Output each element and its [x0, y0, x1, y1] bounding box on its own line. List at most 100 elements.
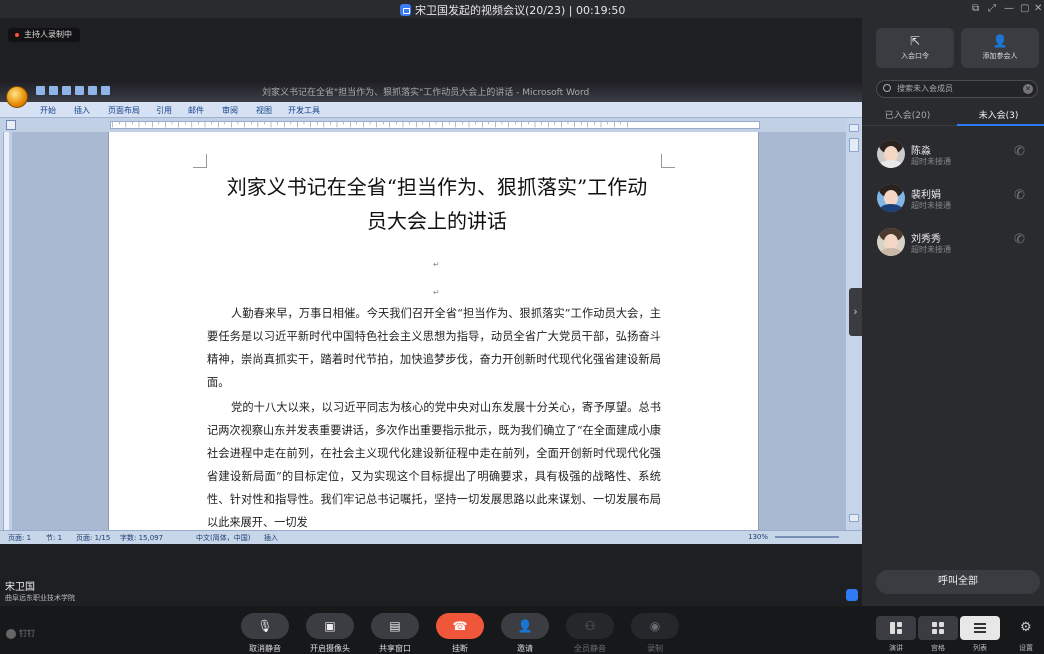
word-status-bar: 页面: 1 节: 1 页面: 1/15 字数: 15,097 中文(简体，中国)…	[0, 530, 862, 544]
hangup-button[interactable]: ☎	[436, 613, 484, 639]
list-view-button[interactable]	[960, 616, 1000, 640]
office-button-icon	[6, 86, 28, 108]
member-name: 刘秀秀	[911, 234, 941, 245]
hangup-icon: ☎	[452, 619, 468, 633]
record-button[interactable]: ◉	[631, 613, 679, 639]
quick-access-toolbar	[36, 86, 110, 95]
page-corner-mark	[661, 154, 675, 168]
avatar	[877, 184, 905, 212]
member-tabs: 已入会(20) 未入会(3)	[862, 104, 1044, 126]
scroll-down-icon	[849, 514, 859, 522]
ribbon-tab: 页面布局	[108, 106, 140, 115]
meeting-window: 宋卫国发起的视频会议(20/23) | 00:19:50 ⧉ ⤢ — ▢ ✕ 主…	[0, 0, 1044, 654]
unmute-button[interactable]: 🎙	[241, 613, 289, 639]
meeting-title: 宋卫国发起的视频会议(20/23) | 00:19:50	[400, 2, 625, 18]
heading-line: 刘家义书记在全省“担当作为、狠抓落实”工作动	[226, 175, 648, 199]
phone-icon[interactable]: ✆	[1014, 188, 1025, 203]
undo-icon	[49, 86, 58, 95]
scroll-up-icon	[849, 124, 859, 132]
add-participant-button[interactable]: 👤 添加参会人	[961, 28, 1039, 68]
grid-view-button[interactable]	[918, 616, 958, 640]
member-search-input[interactable]: 搜索未入会成员 ✕	[876, 80, 1038, 98]
status-zoom: 130%	[748, 533, 769, 541]
new-doc-icon	[75, 86, 84, 95]
invite-label: 邀请	[517, 644, 533, 653]
tab-joined[interactable]: 已入会(20)	[862, 108, 953, 121]
ribbon-tabs: 开始 插入 页面布局 引用 邮件 审阅 视图 开发工具	[0, 102, 862, 118]
open-icon	[101, 86, 110, 95]
ribbon-tab: 开发工具	[288, 106, 320, 115]
add-participant-label: 添加参会人	[982, 52, 1018, 60]
logo-text: 钉钉	[19, 629, 35, 638]
shared-screen: 刘家义书记在全省"担当作为、狠抓落实"工作动员大会上的讲话 - Microsof…	[0, 80, 862, 544]
save-icon	[36, 86, 45, 95]
clear-icon[interactable]: ✕	[1023, 84, 1033, 94]
invite-button[interactable]: 👤	[501, 613, 549, 639]
avatar	[877, 140, 905, 168]
share-window-button[interactable]: ▤	[371, 613, 419, 639]
camera-button[interactable]: ▣	[306, 613, 354, 639]
dingtalk-icon	[6, 628, 16, 639]
mute-all-icon: ⚇	[584, 619, 596, 633]
paragraph-mark-icon: ↵	[433, 260, 440, 269]
tab-not-joined[interactable]: 未入会(3)	[953, 108, 1044, 121]
speaker-view-icon	[890, 622, 902, 634]
gear-icon[interactable]: ⚙	[1020, 620, 1032, 635]
horizontal-ruler: │ ╵ │ ╵ │ ╵ │ ╵ │ ╵ │ ╵ │ ╵ │ ╵ │ ╵ │ ╵ …	[0, 118, 862, 132]
view-switcher: 演讲 宫格 列表 ⚙ 设置	[862, 606, 1044, 654]
host-organization: 曲阜远东职业技术学院	[5, 594, 75, 602]
call-all-button[interactable]: 呼叫全部	[876, 570, 1040, 594]
search-placeholder: 搜索未入会成员	[897, 84, 953, 93]
status-word-count: 字数: 15,097	[120, 534, 164, 542]
tab-selector-icon	[6, 120, 16, 130]
phone-icon[interactable]: ✆	[1014, 144, 1025, 159]
phone-icon[interactable]: ✆	[1014, 232, 1025, 247]
member-status: 超时未接通	[911, 201, 951, 210]
status-page-count: 页面: 1/15	[76, 534, 111, 542]
recording-badge: 主持人录制中	[8, 28, 80, 42]
list-item[interactable]: 刘秀秀 超时未接通 ✆	[862, 224, 1044, 268]
redo-icon	[62, 86, 71, 95]
speaker-view-button[interactable]	[876, 616, 916, 640]
paragraph-mark-icon: ↵	[433, 288, 440, 297]
collapse-panel-button[interactable]: ›	[849, 288, 862, 336]
popout-icon[interactable]: ⧉	[972, 3, 979, 14]
camera-label: 开启摄像头	[310, 644, 350, 653]
camera-off-icon: ▣	[324, 619, 336, 633]
member-status: 超时未接通	[911, 157, 951, 166]
maximize-icon[interactable]: ▢	[1020, 3, 1029, 14]
status-insert-mode: 插入	[264, 534, 278, 542]
ribbon-tab: 引用	[156, 106, 172, 115]
join-code-button[interactable]: ⇱ 入会口令	[876, 28, 954, 68]
participants-panel: ⇱ 入会口令 👤 添加参会人 搜索未入会成员 ✕ 已入会(20) 未入会(3) …	[862, 18, 1044, 654]
minimize-icon[interactable]: —	[1004, 3, 1014, 14]
fullscreen-icon[interactable]: ⤢	[988, 3, 996, 14]
avatar	[877, 228, 905, 256]
list-view-icon	[974, 623, 986, 633]
list-item[interactable]: 陈淼 超时未接通 ✆	[862, 136, 1044, 180]
meeting-title-text: 宋卫国发起的视频会议(20/23) | 00:19:50	[415, 4, 626, 17]
host-mic-status-icon	[846, 589, 858, 601]
member-name: 裴利娟	[911, 190, 941, 201]
status-page: 页面: 1	[8, 534, 32, 542]
search-icon	[883, 84, 891, 92]
record-icon: ◉	[649, 619, 661, 633]
document-paragraph: 人勤春来早，万事日相催。今天我们召开全省“担当作为、狠抓落实”工作动员大会，主要…	[207, 307, 661, 389]
list-view-label: 列表	[973, 644, 987, 652]
speaker-view-label: 演讲	[889, 644, 903, 652]
ribbon-tab: 审阅	[222, 106, 238, 115]
print-icon	[88, 86, 97, 95]
active-tab-indicator	[957, 124, 1044, 126]
hangup-label: 挂断	[452, 644, 468, 653]
list-item[interactable]: 裴利娟 超时未接通 ✆	[862, 180, 1044, 224]
document-paragraph: 党的十八大以来，以习近平同志为核心的党中央对山东发展十分关心，寄予厚望。总书记两…	[207, 401, 661, 529]
meeting-toolbar: 钉钉 🎙 取消静音 ▣ 开启摄像头 ▤ 共享窗口 ☎ 挂断 👤 邀请 ⚇ 全员静…	[0, 606, 862, 654]
ribbon-tab: 视图	[256, 106, 272, 115]
mute-all-button[interactable]: ⚇	[566, 613, 614, 639]
status-language: 中文(简体，中国)	[196, 534, 251, 542]
dingtalk-logo: 钉钉	[6, 628, 35, 639]
close-icon[interactable]: ✕	[1034, 3, 1042, 14]
unmute-label: 取消静音	[249, 644, 281, 653]
page-corner-mark	[193, 154, 207, 168]
join-code-label: 入会口令	[901, 52, 929, 60]
